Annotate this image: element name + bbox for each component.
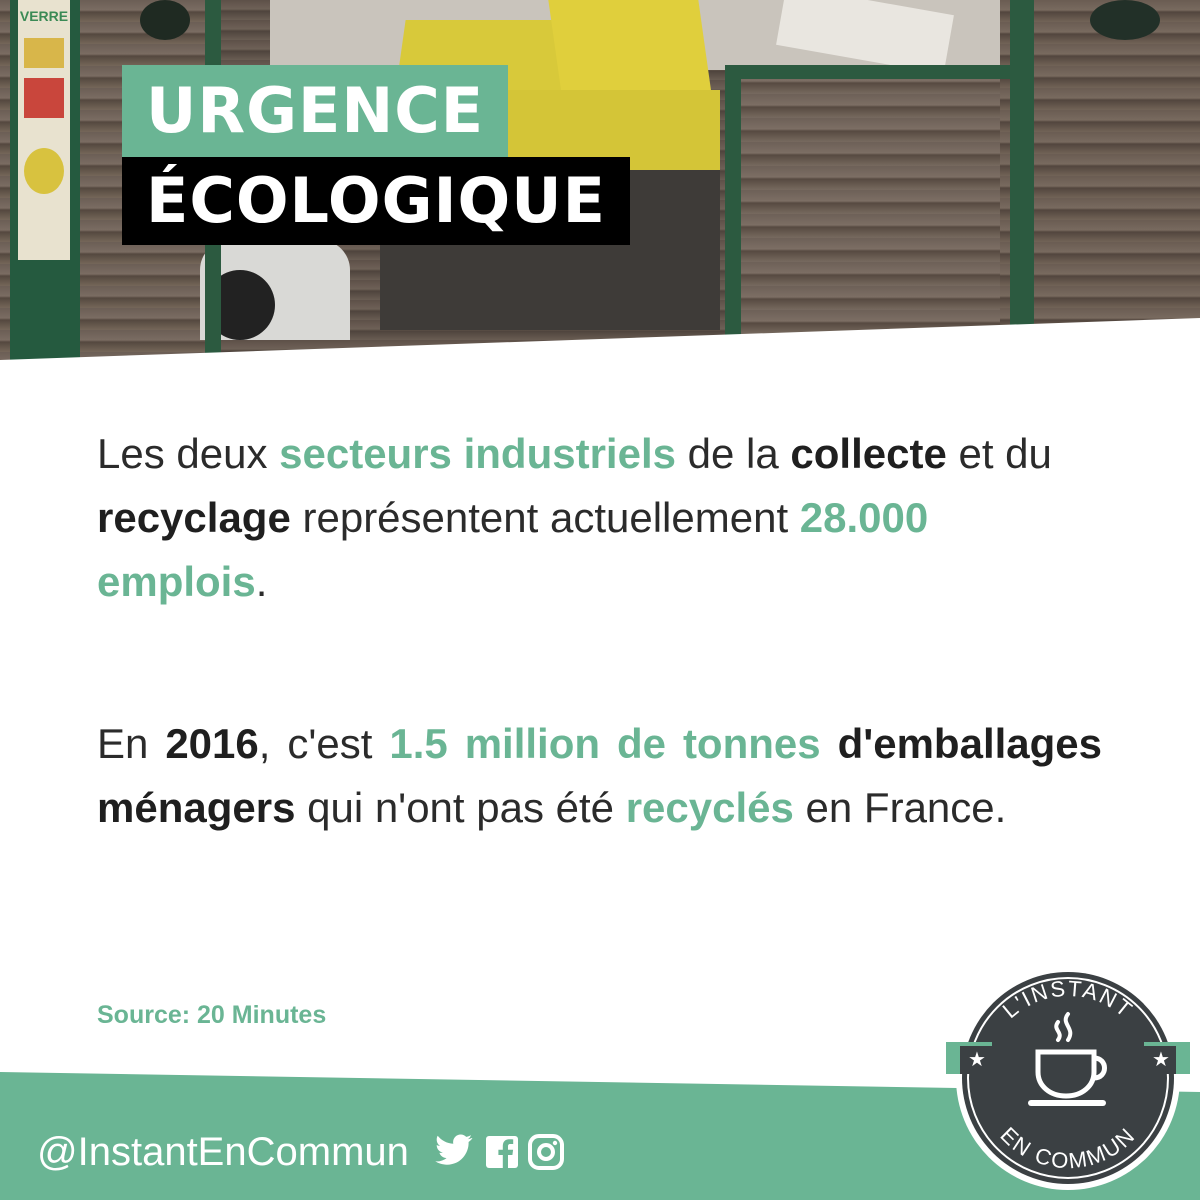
svg-text:★: ★ [1152, 1047, 1170, 1071]
facebook-icon[interactable] [486, 1136, 518, 1168]
instagram-icon[interactable] [528, 1134, 564, 1170]
instant-en-commun-badge: ★ ★ L'INSTANT EN COMMUN [946, 966, 1190, 1190]
social-handle[interactable]: @InstantEnCommun [37, 1124, 409, 1180]
infographic-page: VERRE URGENCE ÉCOLOGIQUE Les deux secteu… [0, 0, 1200, 1200]
twitter-icon[interactable] [435, 1134, 473, 1165]
social-icons [435, 1134, 564, 1170]
svg-text:★: ★ [968, 1047, 986, 1071]
